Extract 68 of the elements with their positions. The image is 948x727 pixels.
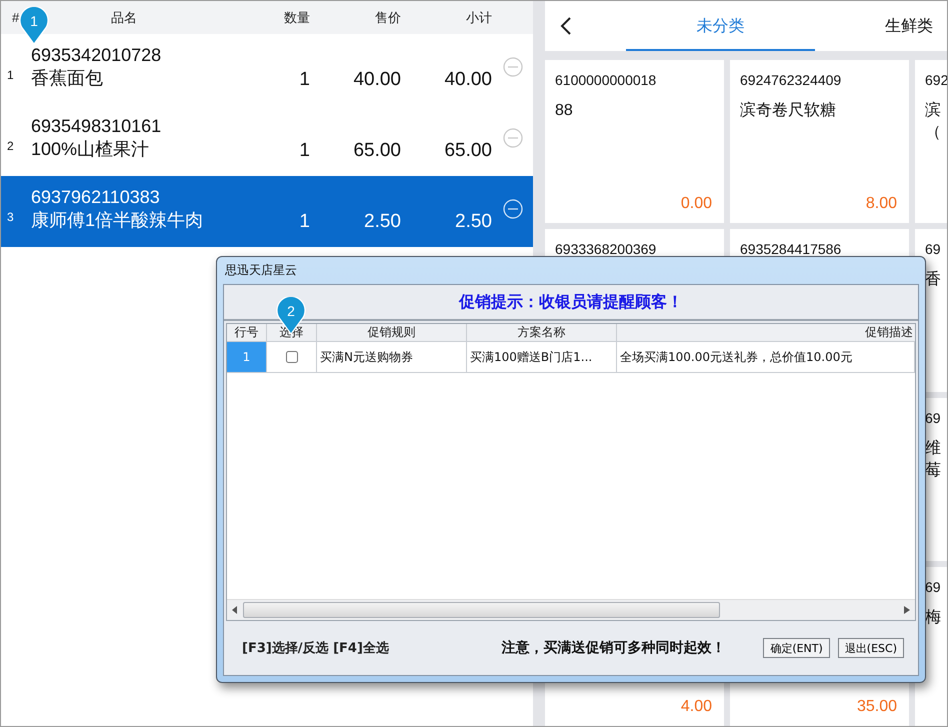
barcode-text: 6924762324409 [740, 72, 842, 88]
back-icon[interactable] [560, 16, 572, 36]
category-tab[interactable]: 未分类 [626, 1, 815, 51]
barcode-text: 6935284417586 [740, 241, 842, 257]
price-text: 40.00 [352, 69, 401, 91]
rule-cell: 买满N元送购物券 [317, 342, 467, 372]
column-header: 售价 [375, 8, 401, 26]
barcode-text: 6937962110383 [31, 186, 160, 209]
price-text: 2.50 [363, 211, 401, 233]
remove-icon[interactable] [502, 198, 522, 218]
column-header: 方案名称 [467, 324, 617, 341]
product-name: （ [925, 123, 941, 143]
barcode-text: 69 [925, 241, 941, 257]
product-name: 莓 [925, 460, 941, 481]
shortcut-hint: [F3]选择/反选 [F4]全选 [242, 640, 389, 657]
barcode-text: 6935498310161 [31, 115, 162, 138]
column-header: # [11, 10, 20, 25]
marker-pin: 1 [19, 7, 49, 45]
cart-row[interactable]: 3 6937962110383 康师傅1倍半酸辣牛肉 1 2.50 2.50 [1, 176, 533, 247]
window-title: 思迅天店星云 [224, 262, 297, 279]
product-name: 滨 [925, 100, 941, 121]
column-header: 行号 [227, 324, 267, 341]
price-text: 35.00 [856, 698, 897, 716]
product-name: 梅 [925, 608, 941, 628]
column-header: 促销描述 [864, 324, 914, 341]
column-header: 品名 [111, 8, 137, 26]
quantity-text: 1 [298, 211, 310, 233]
price-text: 65.00 [352, 140, 401, 162]
product-card[interactable]: 6924762324409 滨奇卷尺软糖 8.00 [730, 60, 909, 223]
category-tab[interactable]: 生鲜类 [815, 1, 933, 51]
barcode-text: 69 [925, 410, 941, 426]
product-name: 100%山楂果汁 [31, 138, 150, 161]
row-number: 3 [6, 208, 15, 224]
column-header: 小计 [466, 8, 492, 26]
price-text: 0.00 [680, 195, 712, 213]
price-text: 8.00 [866, 195, 897, 213]
subtotal-text: 40.00 [443, 69, 492, 91]
select-checkbox[interactable] [286, 351, 298, 363]
scrollbar-thumb[interactable] [243, 602, 720, 618]
quantity-text: 1 [298, 140, 310, 162]
description-cell: 全场买满100.00元送礼券，总价值10.00元 [617, 342, 915, 372]
column-header: 促销规则 [317, 324, 467, 341]
dialog-button[interactable]: 退出(ESC) [838, 638, 904, 658]
column-header: 数量 [284, 8, 310, 26]
barcode-text: 69 [925, 579, 941, 595]
product-name: 康师傅1倍半酸辣牛肉 [31, 209, 204, 232]
barcode-text: 6100000000018 [555, 72, 656, 88]
cart-row[interactable]: 2 6935498310161 100%山楂果汁 1 65.00 65.00 [1, 105, 533, 176]
notice-text: 注意，买满送促销可多种同时起效！ [501, 639, 726, 657]
quantity-text: 1 [298, 69, 310, 91]
dialog-button[interactable]: 确定(ENT) [763, 638, 830, 658]
product-name: 88 [555, 101, 573, 121]
scroll-right-icon[interactable] [904, 606, 910, 614]
barcode-text: 6933368200369 [555, 241, 656, 257]
product-name: 香蕉面包 [31, 67, 103, 90]
barcode-text: 6935342010728 [31, 44, 162, 67]
plan-name-cell: 买满100赠送B门店1... [467, 342, 617, 372]
product-name: 滨奇卷尺软糖 [740, 100, 836, 121]
scroll-left-icon[interactable] [232, 606, 238, 614]
dialog-heading: 促销提示：收银员请提醒顾客！ [459, 292, 683, 312]
row-number: 2 [6, 138, 15, 152]
subtotal-text: 65.00 [443, 140, 492, 162]
product-card[interactable]: 6100000000018 88 0.00 [545, 60, 724, 223]
product-name: 香 [925, 270, 941, 290]
subtotal-text: 2.50 [454, 211, 492, 233]
row-number: 1 [6, 66, 15, 82]
price-text: 4.00 [680, 698, 712, 716]
product-name: 维 [925, 438, 941, 459]
